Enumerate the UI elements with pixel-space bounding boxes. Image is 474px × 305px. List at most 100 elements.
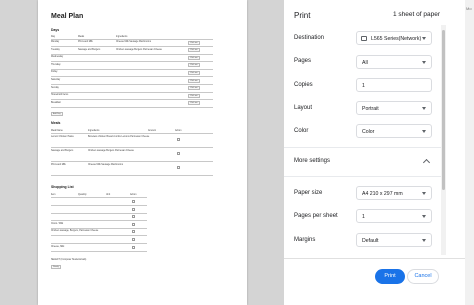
day-action-button[interactable]: Click me	[188, 63, 200, 68]
pages-per-sheet-select[interactable]: 1	[356, 209, 432, 223]
printer-icon	[361, 35, 367, 41]
preview-page: Meal Plan Days Day Meals Ingredients Mon…	[38, 0, 247, 305]
day-action-button[interactable]: Click me	[188, 48, 200, 53]
day-name: Sunday	[51, 86, 59, 89]
print-button[interactable]: Print	[375, 269, 405, 284]
dialog-footer	[284, 258, 465, 305]
print-settings-panel: Print 1 sheet of paper Destination L565 …	[284, 0, 474, 305]
day-name: Wednesday	[51, 56, 64, 59]
table-row-divider	[51, 84, 213, 85]
day-action-button[interactable]: Click me	[188, 55, 200, 60]
pages-value: All	[362, 59, 368, 66]
shopping-checkbox[interactable]	[132, 215, 135, 219]
table-row-divider	[51, 212, 147, 214]
days-col-ingredients: Ingredients	[116, 36, 128, 38]
table-row-divider	[51, 61, 213, 63]
print-title: Print	[294, 11, 311, 20]
meal-ingredients: Chicken sausage Burgers Parmesan Cheese	[88, 150, 134, 152]
day-action-button[interactable]: Click me	[188, 78, 200, 83]
shopping-checkbox[interactable]	[132, 200, 135, 203]
copies-value: 1	[362, 82, 365, 89]
table-row-divider	[51, 235, 147, 237]
margins-select[interactable]: Default	[356, 233, 432, 247]
days-heading: Days	[51, 28, 60, 32]
table-row-divider	[51, 175, 213, 176]
day-action-button[interactable]: Click me	[188, 93, 200, 98]
meals-heading: Meals	[51, 121, 61, 125]
chevron-up-icon[interactable]	[422, 158, 431, 167]
shopping-item: Onion / Milk	[51, 222, 64, 225]
add-day-button[interactable]: Add Day	[51, 112, 63, 116]
meal-checkbox[interactable]	[177, 138, 180, 141]
pages-select[interactable]: All	[356, 55, 432, 69]
more-settings-toggle[interactable]: More settings	[294, 158, 330, 164]
chevron-down-icon	[422, 214, 426, 218]
margins-label: Margins	[294, 237, 316, 243]
table-row-divider	[51, 91, 213, 93]
day-name: Friday	[51, 71, 58, 74]
day-action-button[interactable]: Click me	[188, 40, 200, 45]
table-row-divider	[51, 161, 213, 162]
shopping-checkbox[interactable]	[132, 230, 135, 234]
layout-value: Portrait	[362, 105, 379, 112]
chevron-down-icon	[422, 36, 426, 40]
meal-checkbox[interactable]	[177, 152, 180, 155]
table-row-divider	[51, 147, 213, 148]
day-action-button[interactable]: Click me	[188, 86, 200, 91]
shopping-col-quantity: Quantity	[78, 194, 87, 196]
days-col-day: Day	[51, 36, 56, 38]
paper-size-select[interactable]: A4 210 x 297 mm	[356, 186, 432, 200]
table-row-divider	[51, 53, 213, 55]
preview-title: Meal Plan	[51, 13, 84, 20]
chevron-down-icon	[422, 60, 426, 64]
meal-ingredients: Cheese Milk Sausage Mushrooms	[88, 164, 123, 166]
day-action-button[interactable]: Click me	[188, 101, 200, 106]
chevron-down-icon	[422, 106, 426, 110]
day-name: Breakfast	[51, 101, 61, 104]
divider	[284, 147, 441, 148]
copies-input[interactable]: 1	[356, 78, 432, 92]
color-select[interactable]: Color	[356, 124, 432, 138]
window-edge: Mo	[465, 0, 474, 305]
destination-select[interactable]: L565 Series(Network)	[356, 31, 432, 45]
table-row-divider	[51, 68, 213, 70]
divider	[284, 176, 441, 177]
window-edge-text: Mo	[466, 6, 472, 11]
shopping-checkbox[interactable]	[132, 238, 135, 241]
table-row-divider	[51, 220, 147, 222]
shopping-checkbox[interactable]	[132, 207, 135, 211]
shopping-col-action: Action	[130, 194, 137, 196]
meals-col-ingredients: Ingredients	[88, 130, 100, 132]
sheet-count: 1 sheet of paper	[393, 11, 440, 18]
meals-col-amount: Amount	[148, 130, 156, 132]
preview-footer-text: SELECT (Computer Students/Lab)	[51, 259, 87, 261]
meal-checkbox[interactable]	[177, 166, 180, 169]
color-label: Color	[294, 128, 309, 134]
color-value: Color	[362, 128, 375, 135]
preview-footer-button: Ready	[51, 265, 61, 269]
day-meal: Sausage and Burgers	[78, 48, 101, 51]
shopping-heading: Shopping List	[51, 185, 74, 189]
meals-col-name: Meal Name	[51, 130, 63, 132]
shopping-checkbox[interactable]	[132, 245, 135, 249]
shopping-item: Cheese, Milk	[51, 245, 65, 248]
day-action-button[interactable]: Click me	[188, 70, 200, 75]
pages-per-sheet-value: 1	[362, 213, 365, 220]
shopping-item: Chicken sausage, Burgers, Parmesan Chees…	[51, 230, 99, 233]
layout-select[interactable]: Portrait	[356, 101, 432, 115]
settings-scrollbar-thumb[interactable]	[442, 30, 445, 190]
day-meal: Pizza and Milk	[78, 41, 93, 43]
day-ingredients: Cheese Milk Sausage Mushrooms	[116, 41, 151, 43]
shopping-checkbox[interactable]	[132, 222, 135, 226]
meals-col-action: Action	[175, 130, 182, 132]
day-name: Household Items	[51, 94, 69, 97]
print-preview: Meal Plan Days Day Meals Ingredients Mon…	[0, 0, 284, 305]
chevron-down-icon	[422, 191, 426, 195]
meal-name: Pizza and Milk	[51, 164, 66, 166]
table-row-divider	[51, 46, 213, 47]
meal-name: Sausage and Burgers	[51, 150, 74, 152]
destination-label: Destination	[294, 35, 325, 41]
pages-per-sheet-label: Pages per sheet	[294, 213, 338, 219]
cancel-button[interactable]: Cancel	[407, 269, 439, 284]
meal-ingredients: Boneless chicken Bread crumbs Lemons Par…	[88, 136, 150, 138]
